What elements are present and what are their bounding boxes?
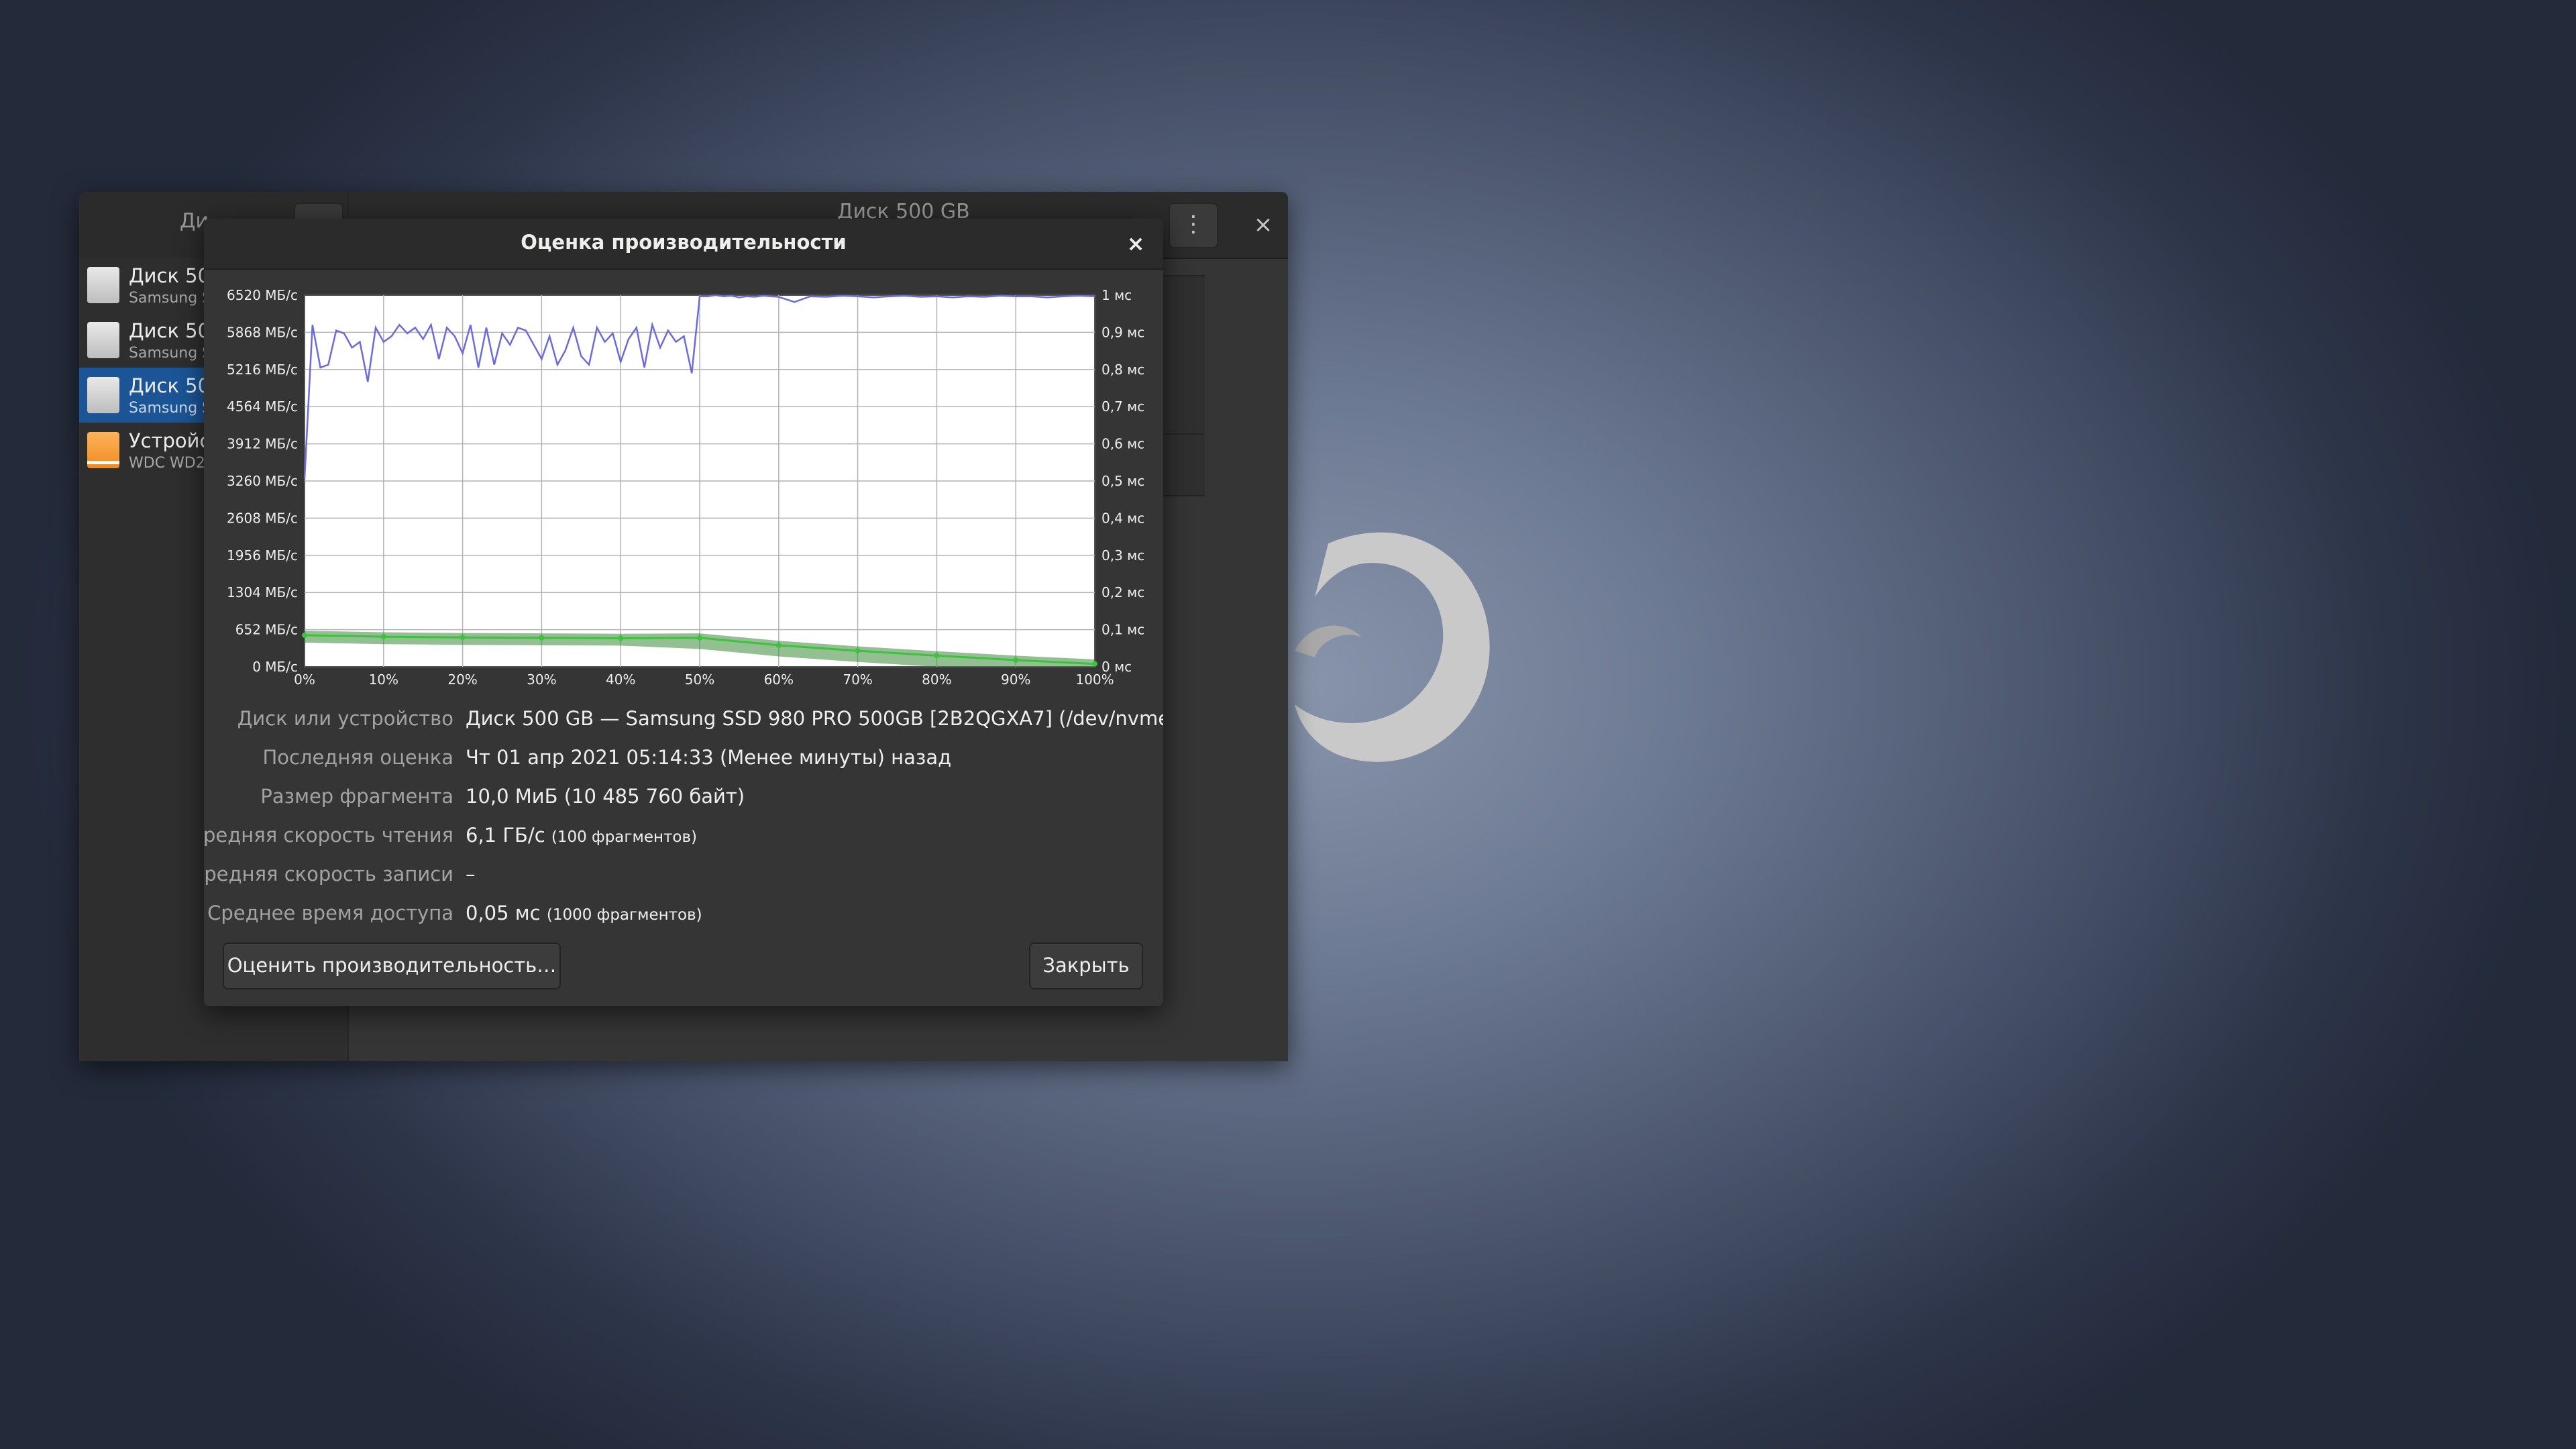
info-label-device: Диск или устройство: [237, 707, 453, 730]
access-time-point: [855, 648, 861, 654]
y-left-tick-label: 0 МБ/с: [252, 659, 298, 675]
access-time-point: [618, 635, 624, 641]
access-time-point: [697, 635, 702, 641]
y-right-tick-label: 0,1 мс: [1102, 622, 1144, 638]
dialog-title: Оценка производительности: [521, 231, 847, 254]
x-tick-label: 10%: [369, 672, 398, 688]
y-left-tick-label: 5216 МБ/с: [227, 362, 298, 378]
dialog-close-icon[interactable]: ×: [1120, 228, 1151, 259]
access-time-point: [539, 635, 545, 641]
benchmark-chart-svg: 0% 10% 20% 30% 40% 50% 60% 70% 80% 90% 100%0 МБ/с6…: [227, 287, 1144, 688]
disk-model: WDC WD2: [129, 455, 205, 472]
y-left-tick-label: 1304 МБ/с: [227, 584, 298, 600]
x-tick-label: 50%: [685, 672, 714, 688]
x-tick-label: 90%: [1001, 672, 1030, 688]
y-left-tick-label: 652 МБ/с: [235, 622, 298, 638]
access-time-point: [1092, 661, 1097, 667]
x-tick-label: 40%: [606, 672, 635, 688]
access-time-point: [302, 632, 307, 638]
y-right-tick-label: 0,5 мс: [1102, 473, 1144, 489]
y-right-tick-label: 0 мс: [1102, 659, 1132, 675]
disk-model: Samsung S: [129, 290, 212, 307]
y-left-tick-label: 6520 МБ/с: [227, 287, 298, 303]
ssd-icon: [87, 267, 119, 303]
disk-model: Samsung S: [129, 400, 212, 417]
y-right-tick-label: 0,9 мс: [1102, 324, 1144, 340]
volume-panel: [1162, 275, 1205, 496]
y-right-tick-label: 0,2 мс: [1102, 584, 1144, 600]
y-right-tick-label: 1 мс: [1102, 287, 1132, 303]
info-label-last-benchmark: Последняя оценка: [262, 746, 453, 769]
info-label-write-rate: Средняя скорость записи: [204, 863, 453, 885]
x-tick-label: 80%: [922, 672, 951, 688]
start-benchmark-button[interactable]: Оценить производительность…: [223, 943, 561, 989]
read-rate-samples: (100 фрагментов): [551, 828, 698, 846]
dialog-titlebar: Оценка производительности ×: [204, 219, 1163, 270]
y-left-tick-label: 3912 МБ/с: [227, 436, 298, 452]
access-time-point: [460, 635, 466, 641]
info-label-read-rate: Средняя скорость чтения: [204, 824, 453, 847]
ssd-icon: [87, 322, 119, 358]
info-value-access-time: 0,05 мс (1000 фрагментов): [466, 902, 702, 924]
info-label-access-time: Среднее время доступа: [207, 902, 453, 924]
access-time-point: [934, 653, 940, 659]
access-time-point: [380, 634, 386, 640]
kebab-menu-icon[interactable]: ⋮: [1169, 203, 1218, 248]
close-button[interactable]: Закрыть: [1029, 943, 1143, 989]
y-right-tick-label: 0,8 мс: [1102, 362, 1144, 378]
info-value-read-rate: 6,1 ГБ/с (100 фрагментов): [466, 824, 697, 847]
y-left-tick-label: 1956 МБ/с: [227, 547, 298, 564]
info-value-sample-size: 10,0 МиБ (10 485 760 байт): [466, 785, 745, 808]
access-time-samples: (1000 фрагментов): [546, 906, 702, 924]
y-left-tick-label: 5868 МБ/с: [227, 324, 298, 340]
y-left-tick-label: 4564 МБ/с: [227, 398, 298, 415]
usb-drive-icon: [87, 432, 119, 468]
window-close-icon[interactable]: ×: [1246, 208, 1280, 241]
benchmark-chart: 0% 10% 20% 30% 40% 50% 60% 70% 80% 90% 100% 0 МБ/с 6…: [204, 268, 1163, 914]
x-tick-label: 30%: [527, 672, 556, 688]
disk-model: Samsung S: [129, 345, 212, 362]
y-left-tick-label: 3260 МБ/с: [227, 473, 298, 489]
access-time-point: [775, 642, 782, 648]
x-tick-label: 70%: [843, 672, 872, 688]
panel-divider: [1162, 433, 1203, 435]
debian-swirl-logo: [1295, 532, 1490, 762]
read-rate-value: 6,1 ГБ/с: [466, 824, 545, 847]
info-value-last-benchmark: Чт 01 апр 2021 05:14:33 (Менее минуты) н…: [466, 746, 952, 769]
access-time-value: 0,05 мс: [466, 902, 541, 924]
x-tick-label: 60%: [764, 672, 794, 688]
y-left-tick-label: 2608 МБ/с: [227, 510, 298, 526]
info-label-sample-size: Размер фрагмента: [260, 785, 453, 808]
ssd-icon: [87, 377, 119, 413]
y-right-tick-label: 0,7 мс: [1102, 398, 1144, 415]
benchmark-dialog: Оценка производительности × 0% 10% 20% 30% 4…: [204, 219, 1163, 1006]
x-tick-label: 20%: [447, 672, 477, 688]
info-value-device: Диск 500 GB — Samsung SSD 980 PRO 500GB …: [466, 707, 1163, 730]
access-time-point: [1013, 657, 1019, 663]
y-right-tick-label: 0,3 мс: [1102, 547, 1144, 564]
y-right-tick-label: 0,6 мс: [1102, 436, 1144, 452]
y-right-tick-label: 0,4 мс: [1102, 510, 1144, 526]
info-value-write-rate: –: [466, 863, 476, 885]
